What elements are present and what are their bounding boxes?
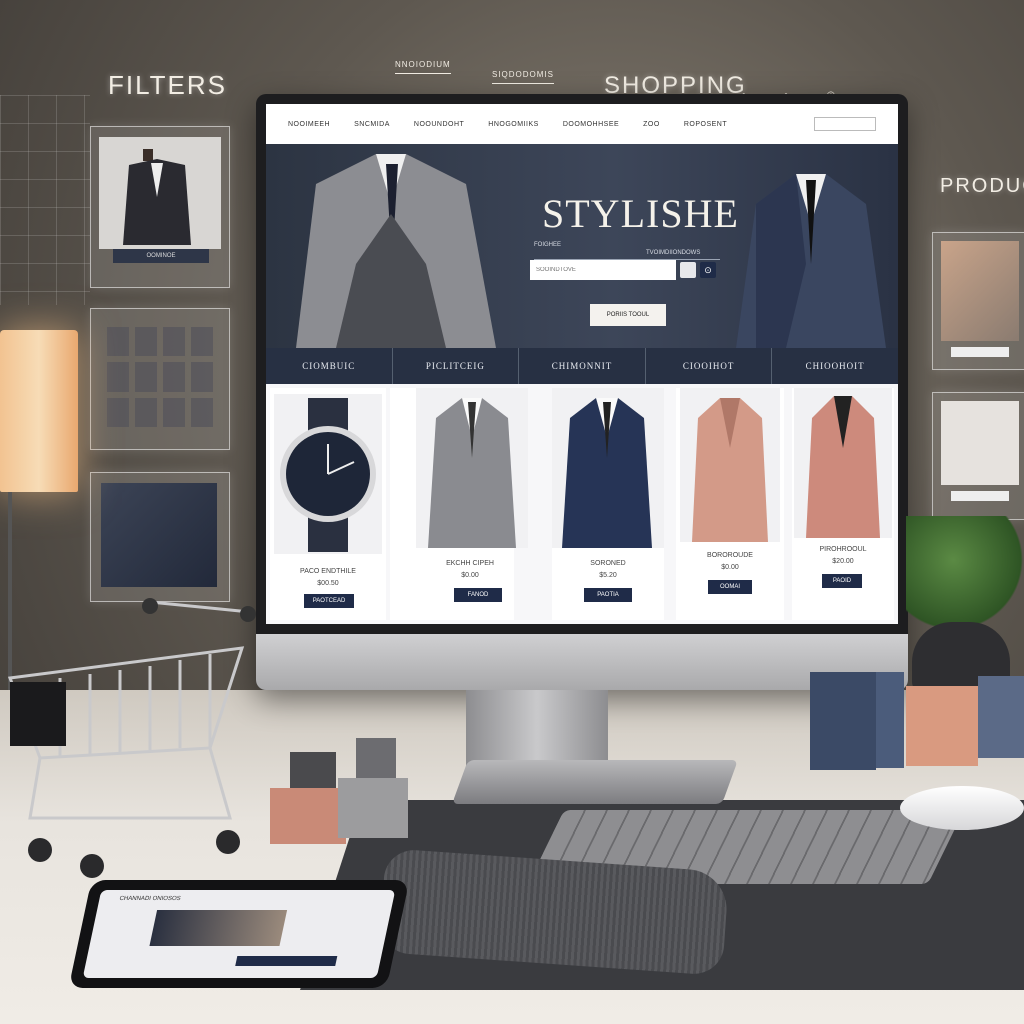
- hero-subtitle-2: TVOIMDIIONDOWS: [646, 250, 701, 256]
- product-button-4[interactable]: OOMAI: [708, 580, 752, 594]
- rose-blazer-icon: [806, 396, 880, 538]
- website-screen[interactable]: NOOIMEEH SNCMIDA NOOUNDOHT HNOGOMIIKS DO…: [266, 104, 898, 624]
- nav-item-2[interactable]: SNCMIDA: [354, 121, 390, 128]
- suit-thumbnail: [99, 137, 221, 249]
- suit-icon: [123, 149, 191, 245]
- product-name-5: PIROHROOUL: [819, 546, 867, 553]
- nav-item-3[interactable]: NOOUNDOHT: [414, 121, 464, 128]
- product-price-4: $0.00: [721, 564, 739, 571]
- category-bar: CIOMBUIC PICLITCEIG CHIMONNIT CIOOIHOT C…: [266, 348, 898, 384]
- product-button-1[interactable]: PAOTCEAD: [304, 594, 354, 608]
- hero-title: STYLISHE: [542, 191, 739, 236]
- product-image-watch: [274, 394, 382, 554]
- product-card-2[interactable]: EKCHH CIPEH $0.00 FANOD: [390, 388, 528, 620]
- nav-item-1[interactable]: NOOIMEEH: [288, 121, 330, 128]
- watch-icon: [280, 398, 376, 552]
- product-name-3: SORONED: [590, 560, 626, 567]
- book-peach: [906, 686, 978, 766]
- hero-subtitle-1: FOIGHEE: [534, 242, 562, 248]
- phone[interactable]: CHANNADI ONIOSOS: [68, 880, 410, 988]
- block-tall: [290, 752, 336, 792]
- filter-icons: [107, 327, 213, 427]
- product-panel-2[interactable]: [932, 392, 1024, 520]
- category-4[interactable]: CIOOIHOT: [646, 348, 773, 384]
- category-3[interactable]: CHIMONNIT: [519, 348, 646, 384]
- pink-blazer-icon: [692, 398, 768, 542]
- product-card-3[interactable]: SORONED $5.20 PAOTIA: [552, 388, 664, 620]
- product-card-4[interactable]: BOROROUDE $0.00 OOMAI: [676, 388, 784, 620]
- product-panel-1-label: [951, 347, 1009, 357]
- hologram-grid: [0, 95, 90, 305]
- nav-item-7[interactable]: ROPOSENT: [684, 121, 727, 128]
- product-price-3: $5.20: [599, 572, 617, 579]
- navy-suit-icon: [562, 398, 652, 548]
- phone-title: CHANNADI ONIOSOS: [118, 896, 182, 902]
- book-blue: [876, 672, 904, 768]
- site-nav: NOOIMEEH SNCMIDA NOOUNDOHT HNOGOMIIKS DO…: [266, 104, 898, 144]
- product-card-5[interactable]: PIROHROOUL $20.00 PAOID: [792, 388, 894, 620]
- filter-panel-suit[interactable]: OOMINOE: [90, 126, 230, 288]
- hero-go-button[interactable]: ⊙: [700, 262, 716, 278]
- product-grid: PACO ENDTHILE $00.50 PAOTCEAD EKCHH CIPE…: [266, 384, 898, 624]
- overlay-top-item-2: SIQDODOMIS: [492, 70, 555, 84]
- phone-button: [235, 956, 338, 966]
- grey-suit-icon: [428, 398, 516, 548]
- filters-title: FILTERS: [108, 70, 227, 100]
- nav-item-4[interactable]: HNOGOMIIKS: [488, 121, 539, 128]
- block-grey: [338, 778, 408, 838]
- hero-suit-right: [736, 174, 886, 348]
- hero-suit-left: [296, 154, 496, 348]
- product-image-pink-blazer: [680, 388, 780, 542]
- plant-leaves: [906, 516, 1024, 626]
- filter-panel-fabric[interactable]: [90, 472, 230, 602]
- category-5[interactable]: CHIOOHOIT: [772, 348, 898, 384]
- nav-item-5[interactable]: DOOMOHHSEE: [563, 121, 619, 128]
- filter-panel-grid[interactable]: [90, 308, 230, 450]
- product-image-navy-suit: [552, 388, 664, 548]
- phone-image: [149, 910, 288, 946]
- nav-item-6[interactable]: ZOO: [643, 121, 660, 128]
- product-button-3[interactable]: PAOTIA: [584, 588, 632, 602]
- phone-screen: CHANNADI ONIOSOS: [82, 890, 396, 978]
- shopping-cart-icon: [7, 598, 256, 878]
- product-image-grey-suit: [416, 388, 528, 548]
- product-name-1: PACO ENDTHILE: [300, 568, 356, 575]
- hero-banner: STYLISHE FOIGHEE TVOIMDIIONDOWS ⊙ PORIIS…: [266, 144, 898, 348]
- lamp-shade: [0, 330, 78, 492]
- product-price-2: $0.00: [461, 572, 479, 579]
- product-name-2: EKCHH CIPEH: [446, 560, 494, 567]
- hero-search-button[interactable]: [680, 262, 696, 278]
- product-image-rose-blazer: [794, 388, 892, 538]
- filter-panel-label: OOMINOE: [113, 249, 209, 263]
- product-button-2[interactable]: FANOD: [454, 588, 502, 602]
- mouse[interactable]: [900, 786, 1024, 830]
- block-peach: [270, 788, 346, 844]
- product-panel-2-label: [951, 491, 1009, 501]
- product-button-5[interactable]: PAOID: [822, 574, 862, 588]
- product-panel-1-image: [941, 241, 1019, 341]
- product-card-1[interactable]: PACO ENDTHILE $00.50 PAOTCEAD: [270, 388, 386, 620]
- hero-search-input[interactable]: [530, 260, 676, 280]
- product-panel-1[interactable]: [932, 232, 1024, 370]
- monitor: NOOIMEEH SNCMIDA NOOUNDOHT HNOGOMIIKS DO…: [256, 94, 908, 690]
- hero-shop-button[interactable]: PORIIS TOOUL: [590, 304, 666, 326]
- product-price-5: $20.00: [832, 558, 854, 565]
- fabric-thumbnail: [101, 483, 217, 587]
- overlay-top-item-1: NNOIODIUM: [395, 60, 451, 74]
- product-title: PRODUCT: [940, 175, 1024, 197]
- product-name-4: BOROROUDE: [707, 552, 753, 559]
- product-price-1: $00.50: [317, 580, 339, 587]
- block-steel: [356, 738, 396, 782]
- product-panel-2-image: [941, 401, 1019, 485]
- category-2[interactable]: PICLITCEIG: [393, 348, 520, 384]
- monitor-stand-base: [451, 760, 739, 804]
- category-1[interactable]: CIOMBUIC: [266, 348, 393, 384]
- nav-search-box[interactable]: [814, 117, 876, 131]
- book-slate: [978, 676, 1024, 758]
- monitor-stand-neck: [466, 690, 608, 770]
- book-navy: [810, 672, 876, 770]
